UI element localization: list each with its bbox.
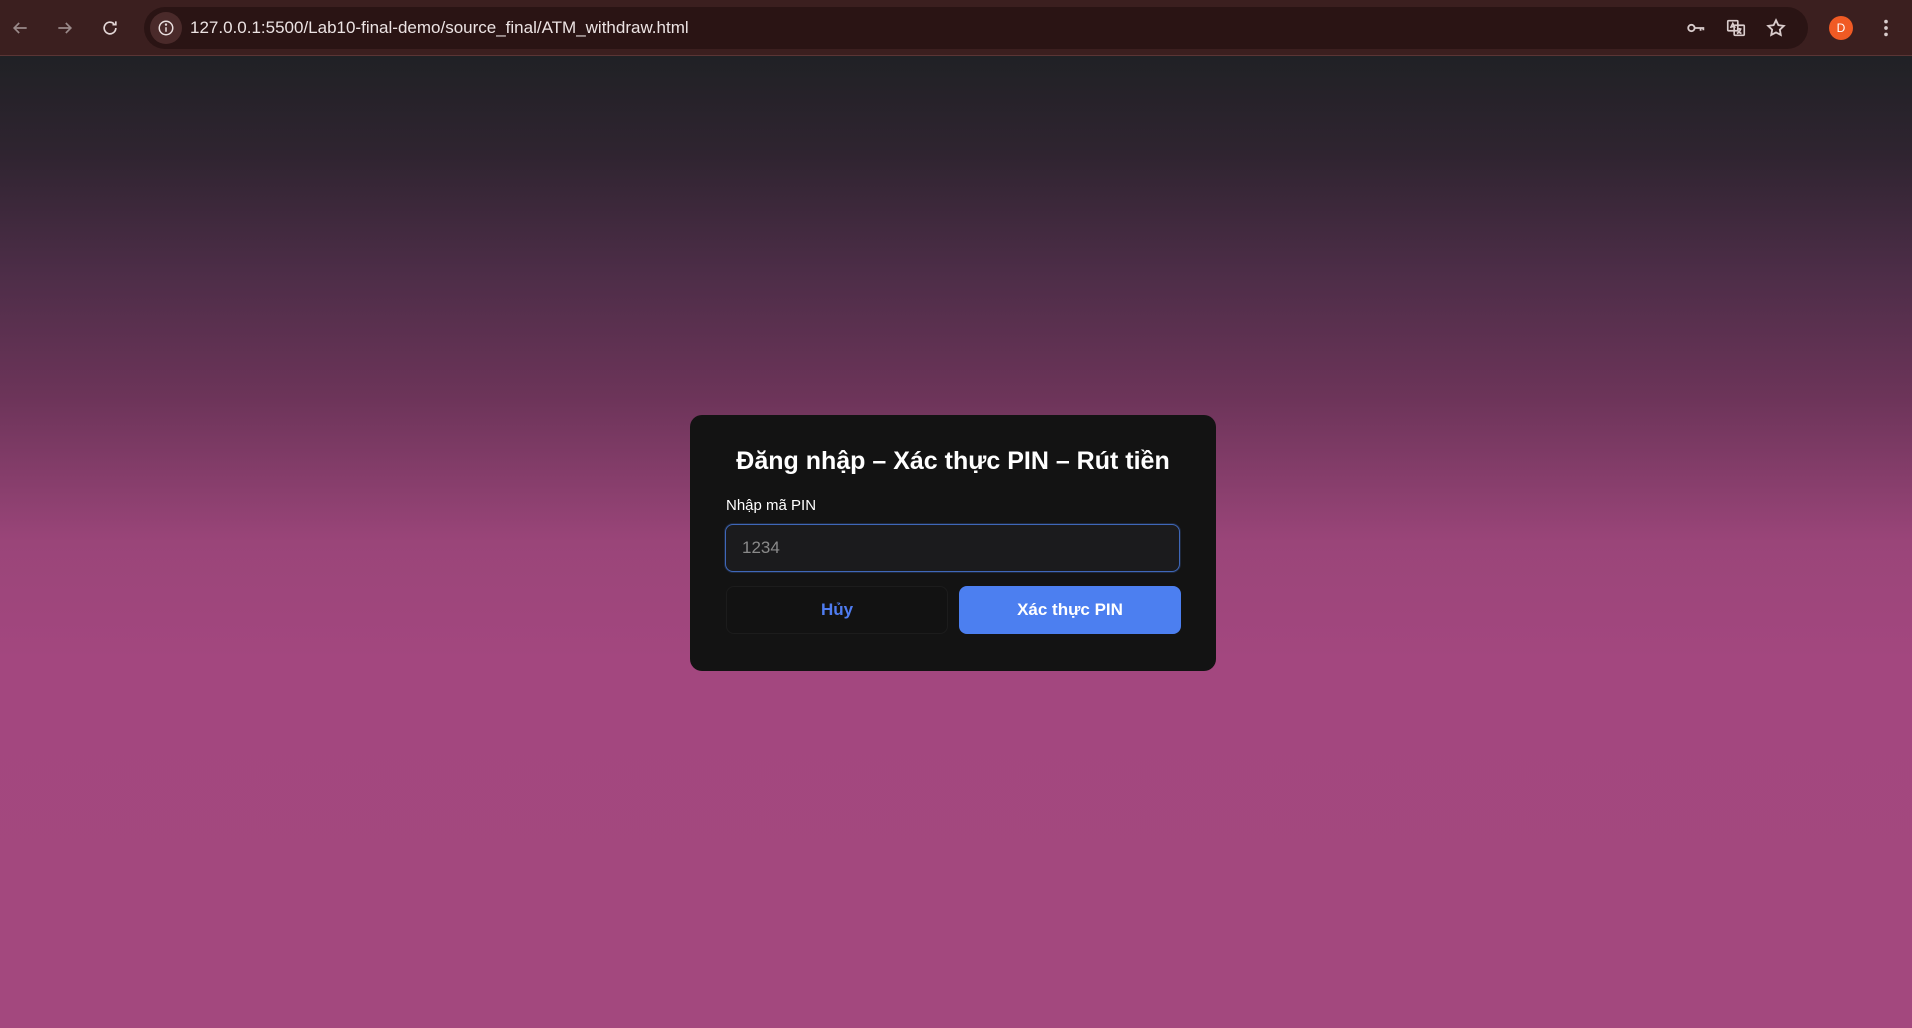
reload-button[interactable] [92, 10, 128, 46]
site-info-icon [158, 20, 174, 36]
page-title: Đăng nhập – Xác thực PIN – Rút tiền [736, 447, 1170, 475]
forward-button[interactable] [47, 10, 83, 46]
site-info-button[interactable] [150, 12, 182, 44]
star-icon [1766, 18, 1786, 37]
pin-dialog-card: Đăng nhập – Xác thực PIN – Rút tiền Nhập… [690, 415, 1216, 671]
reload-icon [103, 21, 117, 35]
pin-label: Nhập mã PIN [726, 497, 817, 514]
browser-menu-button[interactable] [1874, 14, 1898, 42]
more-vert-icon [1884, 19, 1888, 37]
address-bar[interactable]: 127.0.0.1:5500/Lab10-final-demo/source_f… [144, 7, 1808, 49]
profile-avatar[interactable]: D [1829, 16, 1853, 40]
translate-icon [1726, 19, 1746, 37]
key-icon [1687, 23, 1705, 33]
back-icon [12, 22, 27, 34]
forward-icon [58, 22, 73, 34]
cancel-button[interactable]: Hủy [726, 586, 948, 634]
url-text[interactable]: 127.0.0.1:5500/Lab10-final-demo/source_f… [190, 7, 689, 49]
password-key-button[interactable] [1684, 16, 1708, 40]
bookmark-button[interactable] [1764, 16, 1788, 40]
browser-toolbar: 127.0.0.1:5500/Lab10-final-demo/source_f… [0, 0, 1912, 56]
back-button[interactable] [2, 10, 38, 46]
translate-button[interactable] [1724, 16, 1748, 40]
verify-pin-button[interactable]: Xác thực PIN [959, 586, 1181, 634]
pin-input[interactable] [725, 524, 1180, 572]
page-viewport: Đăng nhập – Xác thực PIN – Rút tiền Nhập… [0, 56, 1912, 1028]
